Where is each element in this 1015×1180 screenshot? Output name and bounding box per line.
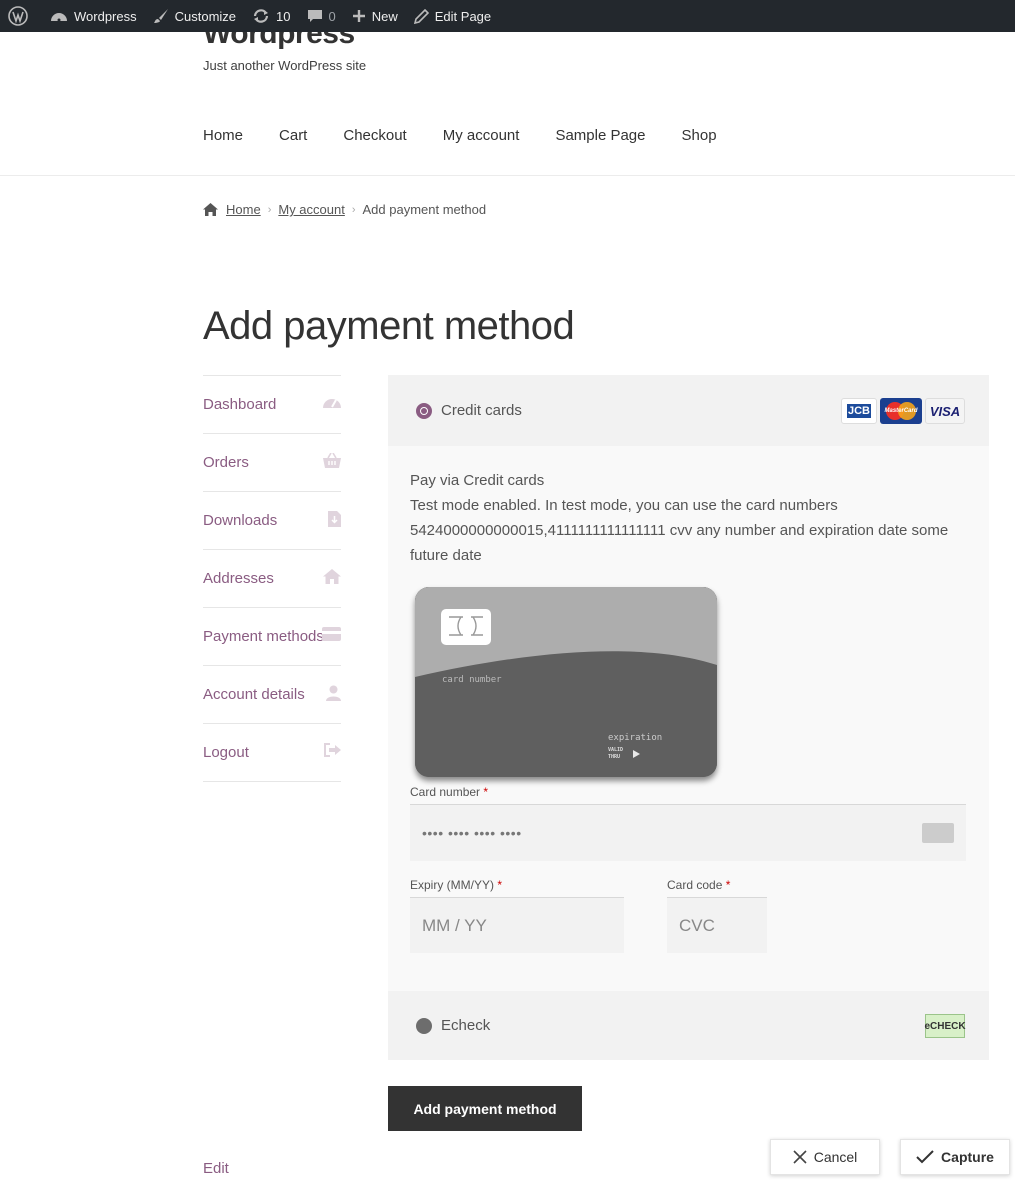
card-valid-label: VALID xyxy=(608,747,624,753)
card-code-input[interactable]: CVC xyxy=(667,897,767,953)
new-label: New xyxy=(371,8,398,24)
card-number-placeholder: •••• •••• •••• •••• xyxy=(422,825,522,841)
new-content-button[interactable]: New xyxy=(344,0,406,32)
expiry-field-label: Expiry (MM/YY) * xyxy=(410,878,503,892)
account-navigation: Dashboard Orders Downloads Addresses Pay… xyxy=(203,375,341,782)
checkmark-icon xyxy=(916,1150,934,1164)
site-tagline: Just another WordPress site xyxy=(203,58,367,73)
account-nav-dashboard[interactable]: Dashboard xyxy=(203,375,341,433)
card-type-icon xyxy=(922,823,954,843)
breadcrumb-home-link[interactable]: Home xyxy=(226,202,261,217)
gauge-icon xyxy=(323,399,341,408)
customize-button[interactable]: Customize xyxy=(145,0,244,32)
breadcrumb: Home › My account › Add payment method xyxy=(203,202,486,217)
breadcrumb-current: Add payment method xyxy=(362,202,487,217)
site-name-label: Wordpress xyxy=(74,8,137,24)
echeck-option[interactable]: Echeck eCHECK xyxy=(388,991,989,1060)
card-logos: JCB MasterCard VISA xyxy=(838,398,965,424)
updates-icon xyxy=(253,9,269,23)
capture-button[interactable]: Capture xyxy=(900,1139,1010,1175)
account-nav-downloads[interactable]: Downloads xyxy=(203,491,341,549)
payment-methods-box: Credit cards JCB MasterCard VISA Pay via… xyxy=(388,375,989,1060)
edit-link[interactable]: Edit xyxy=(203,1160,229,1177)
updates-count: 10 xyxy=(276,8,291,24)
card-thru-label: THRU xyxy=(608,754,621,760)
echeck-logo: eCHECK xyxy=(924,1014,966,1038)
cvc-placeholder: CVC xyxy=(679,915,715,935)
edit-page-label: Edit Page xyxy=(434,8,492,24)
visa-logo: VISA xyxy=(925,398,965,424)
admin-bar: Wordpress Customize 10 0 New Edit Page xyxy=(0,0,1015,32)
credit-card-illustration: card number expiration VALID THRU xyxy=(415,587,717,777)
plus-icon xyxy=(352,10,365,22)
file-download-icon xyxy=(328,511,341,527)
nav-item-my-account[interactable]: My account xyxy=(443,127,520,144)
expiry-placeholder: MM / YY xyxy=(422,915,487,935)
credit-cards-radio[interactable] xyxy=(416,402,432,419)
account-nav-label: Addresses xyxy=(203,570,274,587)
credit-cards-option[interactable]: Credit cards JCB MasterCard VISA xyxy=(388,375,989,446)
payment-description-body: Test mode enabled. In test mode, you can… xyxy=(410,497,949,564)
comments-count: 0 xyxy=(328,8,336,24)
home-icon xyxy=(203,203,218,216)
account-nav-label: Dashboard xyxy=(203,396,277,413)
card-number-input[interactable]: •••• •••• •••• •••• xyxy=(410,804,966,861)
nav-item-shop[interactable]: Shop xyxy=(682,127,717,144)
credit-card-icon xyxy=(322,627,341,641)
echeck-radio[interactable] xyxy=(416,1017,432,1034)
card-number-label: card number xyxy=(442,675,502,685)
wordpress-logo-button[interactable] xyxy=(0,0,42,32)
dashboard-icon xyxy=(51,13,67,22)
edit-page-button[interactable]: Edit Page xyxy=(406,0,499,32)
payment-description: Pay via Credit cards Test mode enabled. … xyxy=(410,468,970,568)
add-payment-method-button[interactable]: Add payment method xyxy=(388,1086,582,1131)
header-divider xyxy=(0,175,1015,176)
breadcrumb-separator: › xyxy=(267,203,272,216)
breadcrumb-separator: › xyxy=(351,203,356,216)
account-nav-orders[interactable]: Orders xyxy=(203,433,341,491)
nav-item-sample-page[interactable]: Sample Page xyxy=(555,127,645,144)
home-icon xyxy=(323,569,341,584)
comment-icon xyxy=(307,10,322,22)
payment-description-title: Pay via Credit cards xyxy=(410,472,545,489)
brush-icon xyxy=(153,9,168,23)
account-nav-payment-methods[interactable]: Payment methods xyxy=(203,607,341,665)
jcb-logo: JCB xyxy=(841,398,877,424)
echeck-label: Echeck xyxy=(441,1017,491,1034)
close-icon xyxy=(793,1150,807,1164)
site-name-menu[interactable]: Wordpress xyxy=(42,0,145,32)
breadcrumb-account-link[interactable]: My account xyxy=(278,202,344,217)
expiry-input[interactable]: MM / YY xyxy=(410,897,624,953)
credit-cards-label: Credit cards xyxy=(441,402,522,419)
card-code-field-label: Card code * xyxy=(667,878,731,892)
account-nav-addresses[interactable]: Addresses xyxy=(203,549,341,607)
user-icon xyxy=(326,685,341,701)
updates-button[interactable]: 10 xyxy=(244,0,298,32)
basket-icon xyxy=(323,453,341,468)
card-expiration-label: expiration xyxy=(608,733,663,743)
page-title: Add payment method xyxy=(203,304,575,348)
account-nav-account-details[interactable]: Account details xyxy=(203,665,341,723)
capture-label: Capture xyxy=(941,1149,994,1165)
account-nav-label: Orders xyxy=(203,454,249,471)
mastercard-logo: MasterCard xyxy=(880,398,922,424)
account-nav-logout[interactable]: Logout xyxy=(203,723,341,782)
sign-out-icon xyxy=(324,743,341,757)
account-nav-label: Downloads xyxy=(203,512,278,529)
cancel-label: Cancel xyxy=(813,1149,858,1165)
primary-nav: Home Cart Checkout My account Sample Pag… xyxy=(203,127,753,144)
nav-item-checkout[interactable]: Checkout xyxy=(343,127,406,144)
customize-label: Customize xyxy=(174,8,237,24)
account-nav-label: Account details xyxy=(203,686,305,703)
cancel-button[interactable]: Cancel xyxy=(770,1139,880,1175)
comments-button[interactable]: 0 xyxy=(299,0,344,32)
nav-item-cart[interactable]: Cart xyxy=(279,127,307,144)
pencil-icon xyxy=(413,8,429,24)
nav-item-home[interactable]: Home xyxy=(203,127,243,144)
account-nav-label: Payment methods xyxy=(203,628,324,645)
wordpress-logo-icon xyxy=(8,6,28,26)
account-nav-label: Logout xyxy=(203,744,249,761)
card-number-field-label: Card number * xyxy=(410,785,489,799)
